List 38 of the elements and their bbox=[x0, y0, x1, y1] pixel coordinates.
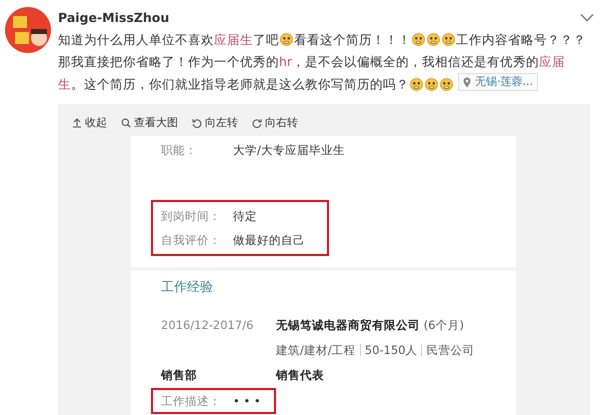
emoji-icon bbox=[427, 33, 440, 46]
toolbar-button[interactable]: 收起 bbox=[72, 114, 107, 132]
section-title: 工作经验 bbox=[161, 278, 214, 296]
field-value: 待定 bbox=[233, 208, 257, 224]
toolbar-button[interactable]: 向左转 bbox=[192, 114, 238, 132]
emoji-icon bbox=[412, 33, 425, 46]
toolbar-button[interactable]: 查看大图 bbox=[121, 114, 178, 132]
toolbar-button[interactable]: 向右转 bbox=[252, 114, 298, 132]
field-value: • • • bbox=[233, 392, 261, 410]
company-detail: 50-150人 bbox=[364, 342, 418, 358]
emoji-icon bbox=[280, 33, 293, 46]
location-pin-icon bbox=[463, 76, 471, 88]
field-label: 工作描述： bbox=[161, 392, 222, 410]
period-text: 2016/12-2017/6 bbox=[161, 316, 254, 334]
emoji-icon bbox=[440, 78, 453, 90]
field-label: 到岗时间： bbox=[161, 208, 222, 224]
search-icon bbox=[121, 118, 131, 128]
post-text: 知道为什么用人单位不喜欢应届生了吧 看看这个简历！！！ 工作内容省略号？？？那我直接把你省略了！作为一个优秀的hr，是不会以偏概全的，我相信还是有优秀的应届生。这个简历，你们就业指导老师就是这么教你写简历的吗？ 无锡·莲蓉... bbox=[58, 31, 587, 94]
emoji-icon bbox=[425, 78, 438, 90]
emoji-icon bbox=[410, 78, 423, 90]
department-text: 销售部 bbox=[161, 366, 198, 384]
duration-text: (6个月) bbox=[424, 318, 464, 332]
field-value: 做最好的自己 bbox=[233, 232, 305, 248]
author-name[interactable]: Paige-MissZhou bbox=[58, 10, 170, 24]
field-label: 自我评价： bbox=[161, 232, 222, 248]
collapse-icon bbox=[72, 118, 82, 128]
rotate-left-icon bbox=[192, 118, 202, 128]
chevron-down-icon[interactable] bbox=[580, 12, 594, 22]
rotate-right-icon bbox=[252, 118, 262, 128]
emoji-icon bbox=[442, 33, 455, 46]
field-value: 大学/大专应届毕业生 bbox=[233, 142, 345, 158]
position-text: 销售代表 bbox=[276, 366, 325, 384]
location-tag[interactable]: 无锡·莲蓉... bbox=[458, 73, 538, 91]
field-label: 职能： bbox=[161, 142, 198, 158]
company-detail: 民营公司 bbox=[426, 342, 474, 358]
avatar[interactable] bbox=[5, 7, 51, 53]
company-detail: 建筑/建材/工程 bbox=[276, 342, 356, 358]
company-name: 无锡笃诚电器商贸有限公司 bbox=[276, 318, 420, 332]
